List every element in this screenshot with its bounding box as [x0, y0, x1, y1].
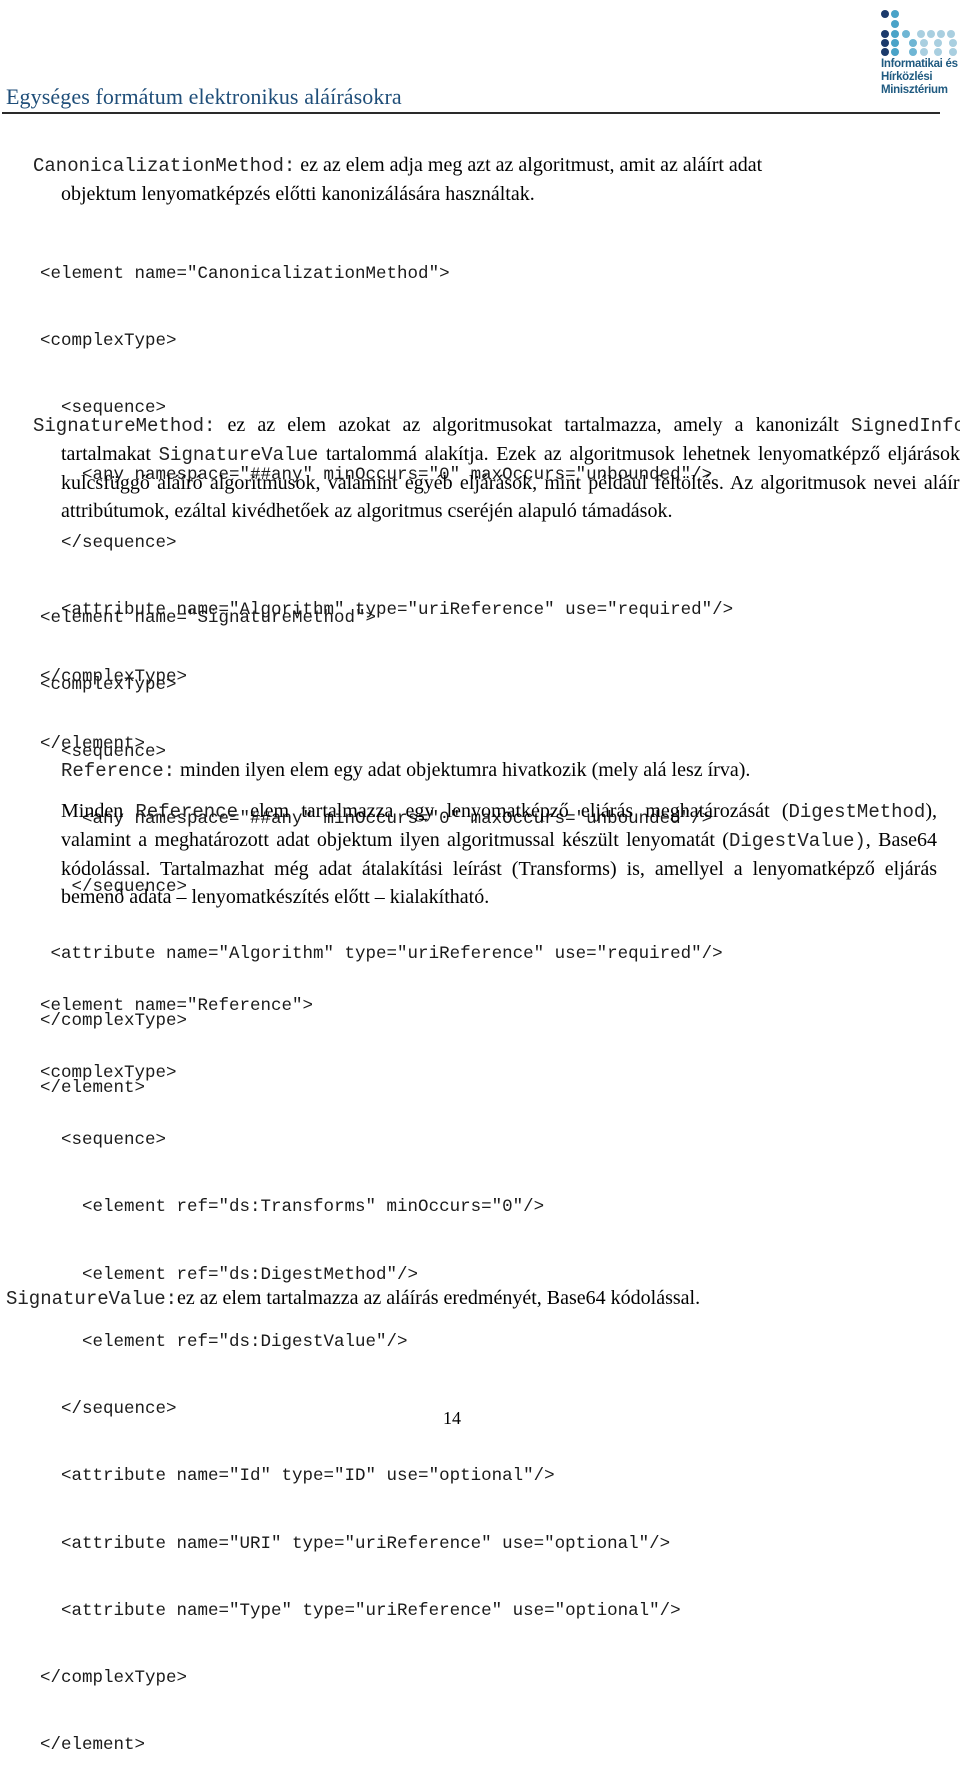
- signature-method-definition: SignatureMethod: ez az elem azokat az al…: [33, 411, 960, 525]
- code-line: </sequence>: [40, 1399, 177, 1420]
- code-line: <complexType>: [40, 675, 177, 696]
- reference-description: Minden Reference elem tartalmazza egy le…: [61, 800, 937, 908]
- page-number: 14: [443, 1408, 461, 1428]
- code-line: <element ref="ds:DigestMethod"/>: [40, 1264, 419, 1285]
- code-line: </complexType>: [40, 1668, 188, 1688]
- code-line: <element name="CanonicalizationMethod">: [40, 263, 450, 284]
- logo-text: Informatikai és Hírközlési Minisztérium: [881, 58, 958, 97]
- header-divider: [2, 112, 940, 114]
- code-digestvalue: DigestValue): [728, 830, 866, 852]
- running-header-title: Egységes formátum elektronikus aláírások…: [6, 84, 402, 109]
- definition-continuation: objektum lenyomatképzés előtti kanonizál…: [61, 183, 535, 205]
- code-line: <complexType>: [40, 331, 177, 352]
- code-line: <attribute name="Type" type="uriReferenc…: [40, 1600, 681, 1621]
- code-line: <sequence>: [40, 1130, 167, 1151]
- term-canonicalization-method: CanonicalizationMethod:: [33, 155, 296, 177]
- code-signaturevalue: SignatureValue: [158, 444, 319, 466]
- signature-value-definition: SignatureValue:ez az elem tartalmazza az…: [6, 1287, 701, 1310]
- code-digestmethod: DigestMethod: [788, 801, 926, 823]
- code-line: <attribute name="Id" type="ID" use="opti…: [40, 1466, 555, 1487]
- code-line: <element name="Reference">: [40, 995, 314, 1016]
- code-signedinfo: SignedInfo: [850, 415, 960, 437]
- logo-line: Hírközlési: [881, 71, 933, 83]
- code-line: </element>: [40, 1735, 146, 1756]
- code-line: <attribute name="URI" type="uriReference…: [40, 1533, 671, 1554]
- code-line: <element ref="ds:Transforms" minOccurs="…: [40, 1197, 545, 1218]
- code-line: <complexType>: [40, 1063, 177, 1084]
- code-block-reference: <element name="Reference"> <complexType>…: [40, 950, 681, 1779]
- code-line: <element name="SignatureMethod">: [40, 607, 377, 628]
- term-signature-method: SignatureMethod:: [33, 415, 216, 437]
- code-reference: Reference: [135, 801, 239, 823]
- ministry-logo: Informatikai és Hírközlési Minisztérium: [876, 6, 960, 106]
- code-line: <element ref="ds:DigestValue"/>: [40, 1331, 408, 1352]
- code-line: </sequence>: [40, 532, 177, 553]
- logo-line: Informatikai és: [881, 58, 958, 70]
- canonicalization-method-definition: CanonicalizationMethod: ez az elem adja …: [33, 151, 943, 208]
- logo-line: Minisztérium: [881, 84, 948, 96]
- term-reference: Reference:: [61, 760, 176, 782]
- term-signature-value: SignatureValue:: [6, 1288, 178, 1310]
- reference-definition: Reference: minden ilyen elem egy adat ob…: [61, 759, 751, 782]
